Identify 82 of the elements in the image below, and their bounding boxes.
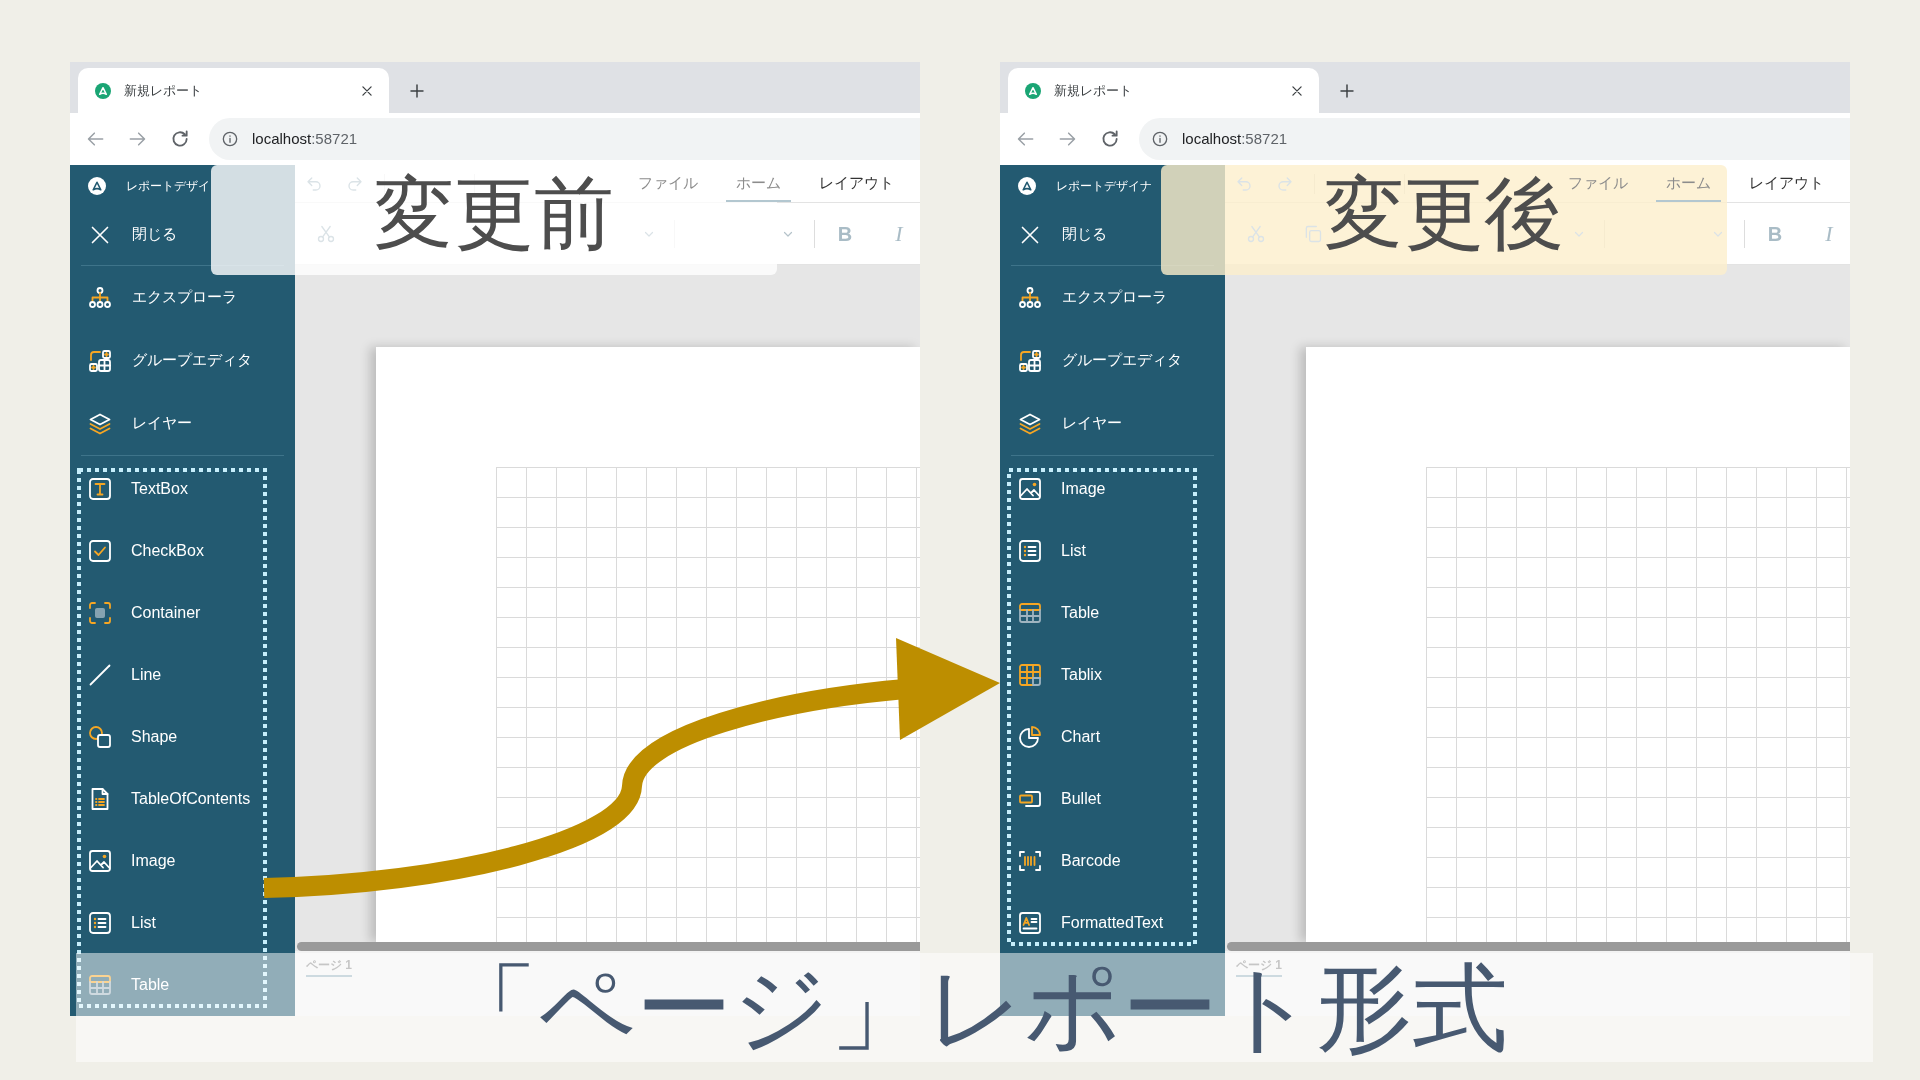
panel-menu-item[interactable]: エクスプローラ xyxy=(1000,266,1225,329)
forward-arrow-icon[interactable] xyxy=(127,129,147,149)
hierarchy-icon xyxy=(1018,285,1042,310)
bracketed-square-icon xyxy=(88,601,112,625)
panel-menu-item[interactable]: グループエディタ xyxy=(70,329,295,392)
overlay-title: 変更前 xyxy=(374,174,614,254)
formatted-text-icon xyxy=(1018,911,1042,935)
redo-icon[interactable] xyxy=(1276,174,1294,193)
app-logo-icon xyxy=(1025,82,1041,99)
table-icon xyxy=(1018,601,1042,625)
ribbon-tab[interactable]: レイアウト xyxy=(809,165,904,202)
table-icon xyxy=(88,973,112,997)
toolbox-item[interactable]: FormattedText xyxy=(1000,892,1225,954)
pie-chart-icon xyxy=(1018,725,1042,749)
browser-tab[interactable]: 新規レポート xyxy=(78,68,389,113)
undo-icon[interactable] xyxy=(1235,174,1253,193)
ribbon-tab[interactable]: ファイル xyxy=(628,165,708,202)
panel-menu-item[interactable]: エクスプローラ xyxy=(70,266,295,329)
browser-tab[interactable]: 新規レポート xyxy=(1008,68,1319,113)
undo-icon[interactable] xyxy=(305,174,323,193)
reload-icon[interactable] xyxy=(1100,129,1120,149)
plus-icon[interactable] xyxy=(1339,83,1355,99)
address-field[interactable]: localhost:58721 xyxy=(209,118,920,160)
image-icon xyxy=(1018,477,1042,501)
grid-plus-icon xyxy=(1018,348,1042,373)
toolbox-item[interactable]: List xyxy=(1000,520,1225,582)
url-text: localhost:58721 xyxy=(1182,128,1288,149)
toolbox-item[interactable]: TableOfContents xyxy=(70,768,295,830)
toolbox-item[interactable]: Tablix xyxy=(1000,644,1225,706)
list-icon xyxy=(88,911,112,935)
scissors-icon[interactable] xyxy=(1246,223,1266,244)
app-logo-icon xyxy=(95,82,111,99)
toolbox-item[interactable]: TextBox xyxy=(70,458,295,520)
layers-icon xyxy=(1018,411,1042,436)
back-arrow-icon[interactable] xyxy=(1016,129,1036,149)
hierarchy-icon xyxy=(88,285,112,310)
layers-icon xyxy=(88,411,112,436)
checkbox-icon xyxy=(88,539,112,563)
panel-menu-item[interactable]: レイヤー xyxy=(70,392,295,455)
toolbox-item[interactable]: Barcode xyxy=(1000,830,1225,892)
toolbox-item[interactable]: Image xyxy=(70,830,295,892)
toolbox-item[interactable]: Bullet xyxy=(1000,768,1225,830)
panel-menu-item[interactable]: グループエディタ xyxy=(1000,329,1225,392)
toolbox-item[interactable]: List xyxy=(70,892,295,954)
close-button[interactable]: 閉じる xyxy=(70,207,181,262)
toolbox-item[interactable]: Table xyxy=(1000,582,1225,644)
toolbox-item[interactable]: Chart xyxy=(1000,706,1225,768)
app-logo-icon xyxy=(1018,177,1036,195)
app-title: レポートデザイナ xyxy=(1056,178,1152,195)
barcode-icon xyxy=(1018,849,1042,873)
close-icon xyxy=(1020,224,1040,245)
toolbox-item[interactable]: Container xyxy=(70,582,295,644)
toolbox-item[interactable]: CheckBox xyxy=(70,520,295,582)
redo-icon[interactable] xyxy=(346,174,364,193)
reload-icon[interactable] xyxy=(170,129,190,149)
panel-menu-item[interactable]: レイヤー xyxy=(1000,392,1225,455)
image-icon xyxy=(88,849,112,873)
grid-plus-icon xyxy=(88,348,112,373)
toolbox-item[interactable]: Image xyxy=(1000,458,1225,520)
close-icon[interactable] xyxy=(1290,83,1304,98)
plus-icon[interactable] xyxy=(409,83,425,99)
url-text: localhost:58721 xyxy=(252,128,358,149)
copy-icon[interactable] xyxy=(1303,223,1323,244)
text-box-icon xyxy=(88,477,112,501)
close-icon xyxy=(90,224,110,245)
shapes-icon xyxy=(88,725,112,749)
table-grid-icon xyxy=(1018,663,1042,687)
scissors-icon[interactable] xyxy=(316,223,336,244)
close-button[interactable]: 閉じる xyxy=(1000,207,1111,262)
info-icon xyxy=(1152,131,1168,147)
close-icon[interactable] xyxy=(360,83,374,98)
line-icon xyxy=(88,663,112,687)
back-arrow-icon[interactable] xyxy=(86,129,106,149)
app-title: レポートデザイ xyxy=(126,178,210,195)
forward-arrow-icon[interactable] xyxy=(1057,129,1077,149)
toolbox-item[interactable]: Shape xyxy=(70,706,295,768)
address-field[interactable]: localhost:58721 xyxy=(1139,118,1850,160)
ribbon-tab[interactable]: レイアウト xyxy=(1739,165,1834,202)
info-icon xyxy=(222,131,238,147)
app-logo-icon xyxy=(88,177,106,195)
toolbox-item[interactable]: Line xyxy=(70,644,295,706)
list-icon xyxy=(1018,539,1042,563)
